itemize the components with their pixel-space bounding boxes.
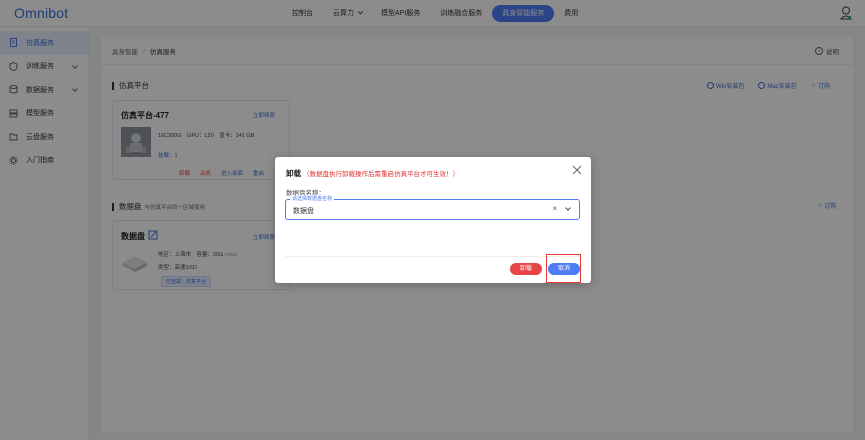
- dialog-title-text: 卸载: [286, 169, 301, 178]
- select-legend: 请选择数据盘名称: [290, 195, 335, 202]
- unmount-dialog: 卸载 （数据盘执行卸载操作后需重启仿真平台才可生效！） 数据盘名称： 请选择数据盘…: [275, 157, 591, 283]
- disk-name-select[interactable]: 请选择数据盘名称 数据盘 ×: [285, 195, 580, 220]
- close-icon[interactable]: [572, 165, 582, 175]
- clear-icon[interactable]: ×: [552, 205, 557, 213]
- dialog-title: 卸载 （数据盘执行卸载操作后需重启仿真平台才可生效！）: [286, 168, 459, 179]
- select-value: 数据盘: [293, 208, 314, 215]
- chevron-down-icon[interactable]: [565, 205, 571, 211]
- highlight-box: [546, 254, 581, 283]
- dialog-footer-divider: [285, 256, 581, 257]
- unmount-button[interactable]: 卸载: [510, 263, 542, 275]
- dialog-warning: （数据盘执行卸载操作后需重启仿真平台才可生效！）: [303, 171, 459, 178]
